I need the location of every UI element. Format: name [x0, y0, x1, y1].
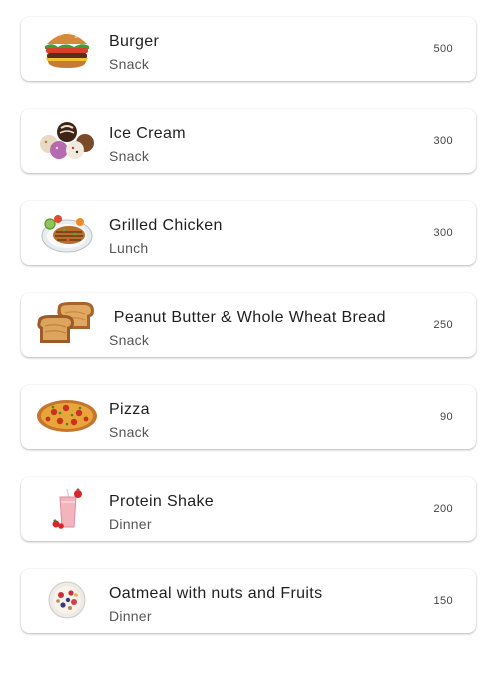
food-category: Snack: [109, 332, 150, 348]
food-item-card[interactable]: Grilled Chicken Lunch 300: [21, 201, 476, 265]
food-calories: 200: [433, 503, 453, 515]
protein-shake-icon: [35, 483, 99, 533]
food-title: Oatmeal with nuts and Fruits: [109, 585, 323, 602]
food-item-card[interactable]: Ice Cream Snack 300: [21, 109, 476, 173]
food-item-card[interactable]: Protein Shake Dinner 200: [21, 477, 476, 541]
food-title: Pizza: [109, 401, 150, 418]
food-title: Grilled Chicken: [109, 217, 223, 234]
burger-icon: [35, 23, 99, 73]
food-calories: 300: [433, 227, 453, 239]
food-title: Burger: [109, 33, 160, 50]
food-calories: 500: [433, 43, 453, 55]
food-category: Lunch: [109, 240, 149, 256]
food-calories: 150: [433, 595, 453, 607]
ice-cream-icon: [35, 115, 99, 165]
food-item-card[interactable]: Oatmeal with nuts and Fruits Dinner 150: [21, 569, 476, 633]
food-category: Snack: [109, 424, 150, 440]
food-title: Peanut Butter & Whole Wheat Bread: [109, 309, 386, 326]
food-category: Dinner: [109, 516, 152, 532]
peanut-butter-bread-icon: [35, 299, 99, 349]
food-category: Dinner: [109, 608, 152, 624]
food-calories: 90: [439, 411, 453, 423]
food-title: Protein Shake: [109, 493, 215, 510]
food-item-card[interactable]: Peanut Butter & Whole Wheat Bread Snack …: [21, 293, 476, 357]
food-category: Snack: [109, 56, 150, 72]
food-title: Ice Cream: [109, 125, 186, 142]
pizza-icon: [35, 391, 99, 441]
food-calories: 250: [433, 319, 453, 331]
food-list: Burger Snack 500 Ice Cream Snack 300 Gri…: [0, 0, 496, 695]
food-item-card[interactable]: Burger Snack 500: [21, 17, 476, 81]
grilled-chicken-icon: [35, 207, 99, 257]
food-item-card[interactable]: Pizza Snack 90: [21, 385, 476, 449]
food-category: Snack: [109, 148, 150, 164]
oatmeal-bowl-icon: [35, 575, 99, 625]
food-calories: 300: [433, 135, 453, 147]
